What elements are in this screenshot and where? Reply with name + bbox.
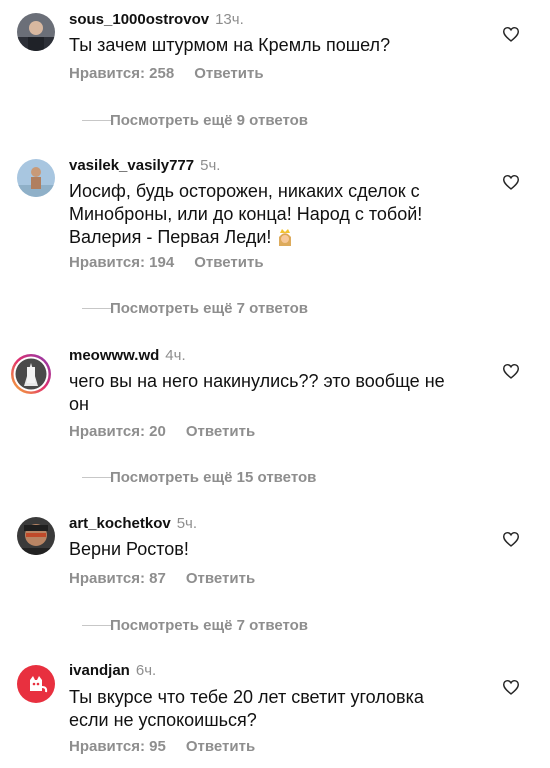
username[interactable]: vasilek_vasily777 [69, 157, 194, 174]
likes-count[interactable]: Нравится: 20 [69, 423, 166, 440]
heart-outline-icon[interactable] [502, 363, 520, 379]
view-replies-label[interactable]: Посмотреть ещё 9 ответов [110, 111, 308, 131]
comment-text-line: если не успокоишься? [69, 710, 257, 730]
avatar[interactable] [17, 517, 55, 555]
comment-text: Ты вкурсе что тебе 20 лет светит уголовк… [69, 686, 489, 732]
reply-button[interactable]: Ответить [194, 65, 263, 82]
view-replies[interactable]: Посмотреть ещё 15 ответов [69, 468, 469, 488]
comment-text-line-part: Валерия - Первая Леди! [69, 227, 272, 247]
comment-text-line: Миноброны, или до конца! Народ с тобой! [69, 204, 423, 224]
comment-header: sous_1000ostrovov 13ч. [69, 11, 244, 29]
heart-outline-icon[interactable] [502, 679, 520, 695]
avatar[interactable] [17, 13, 55, 51]
likes-count[interactable]: Нравится: 87 [69, 570, 166, 587]
comment-text-line: чего вы на него накинулись?? это вообще … [69, 371, 445, 391]
comment-meta: Нравится: 20 Ответить [69, 423, 255, 441]
view-replies-label[interactable]: Посмотреть ещё 7 ответов [110, 299, 308, 319]
replies-divider [82, 120, 112, 121]
view-replies[interactable]: Посмотреть ещё 9 ответов [69, 111, 469, 131]
timestamp: 13ч. [215, 11, 244, 28]
likes-count[interactable]: Нравится: 258 [69, 65, 174, 82]
timestamp: 4ч. [165, 347, 186, 364]
view-replies[interactable]: Посмотреть ещё 7 ответов [69, 299, 469, 319]
comment-text-line: Ты вкурсе что тебе 20 лет светит уголовк… [69, 687, 424, 707]
view-replies[interactable]: Посмотреть ещё 7 ответов [69, 616, 469, 636]
heart-outline-icon[interactable] [502, 26, 520, 42]
reply-button[interactable]: Ответить [186, 423, 255, 440]
avatar[interactable] [17, 665, 55, 703]
username[interactable]: ivandjan [69, 662, 130, 679]
comment-header: vasilek_vasily777 5ч. [69, 157, 220, 175]
avatar[interactable] [10, 353, 52, 395]
comment-meta: Нравится: 95 Ответить [69, 738, 255, 756]
comment-text-line: Иосиф, будь осторожен, никаких сделок с [69, 181, 420, 201]
username[interactable]: sous_1000ostrovov [69, 11, 209, 28]
view-replies-label[interactable]: Посмотреть ещё 15 ответов [110, 468, 316, 488]
comment-text: Иосиф, будь осторожен, никаких сделок с … [69, 180, 489, 249]
reply-button[interactable]: Ответить [186, 738, 255, 755]
comment-text: чего вы на него накинулись?? это вообще … [69, 370, 489, 416]
comment-text: Ты зачем штурмом на Кремль пошел? [69, 35, 391, 55]
comment-text-line: Валерия - Первая Леди! [69, 226, 489, 249]
view-replies-label[interactable]: Посмотреть ещё 7 ответов [110, 616, 308, 636]
likes-count[interactable]: Нравится: 194 [69, 254, 174, 271]
username[interactable]: meowww.wd [69, 347, 159, 364]
avatar[interactable] [17, 159, 55, 197]
comment-header: ivandjan 6ч. [69, 662, 156, 680]
replies-divider [82, 308, 112, 309]
timestamp: 5ч. [176, 515, 198, 532]
heart-outline-icon[interactable] [502, 174, 520, 190]
timestamp: 5ч. [200, 157, 221, 174]
comment-text: Верни Ростов! [69, 539, 189, 559]
reply-button[interactable]: Ответить [194, 254, 263, 271]
comment-meta: Нравится: 87 Ответить [69, 570, 255, 588]
comment-meta: Нравится: 194 Ответить [69, 254, 264, 272]
comment-meta: Нравится: 258 Ответить [69, 65, 264, 83]
likes-count[interactable]: Нравится: 95 [69, 738, 166, 755]
username[interactable]: art_kochetkov [69, 515, 171, 532]
heart-outline-icon[interactable] [502, 531, 520, 547]
comment-header: art_kochetkov 5ч. [69, 515, 197, 533]
reply-button[interactable]: Ответить [186, 570, 255, 587]
timestamp: 6ч. [135, 662, 157, 679]
replies-divider [82, 625, 112, 626]
comment-header: meowww.wd 4ч. [69, 347, 186, 365]
comment-text-line: он [69, 394, 89, 414]
replies-divider [82, 477, 112, 478]
princess-emoji [279, 229, 292, 246]
